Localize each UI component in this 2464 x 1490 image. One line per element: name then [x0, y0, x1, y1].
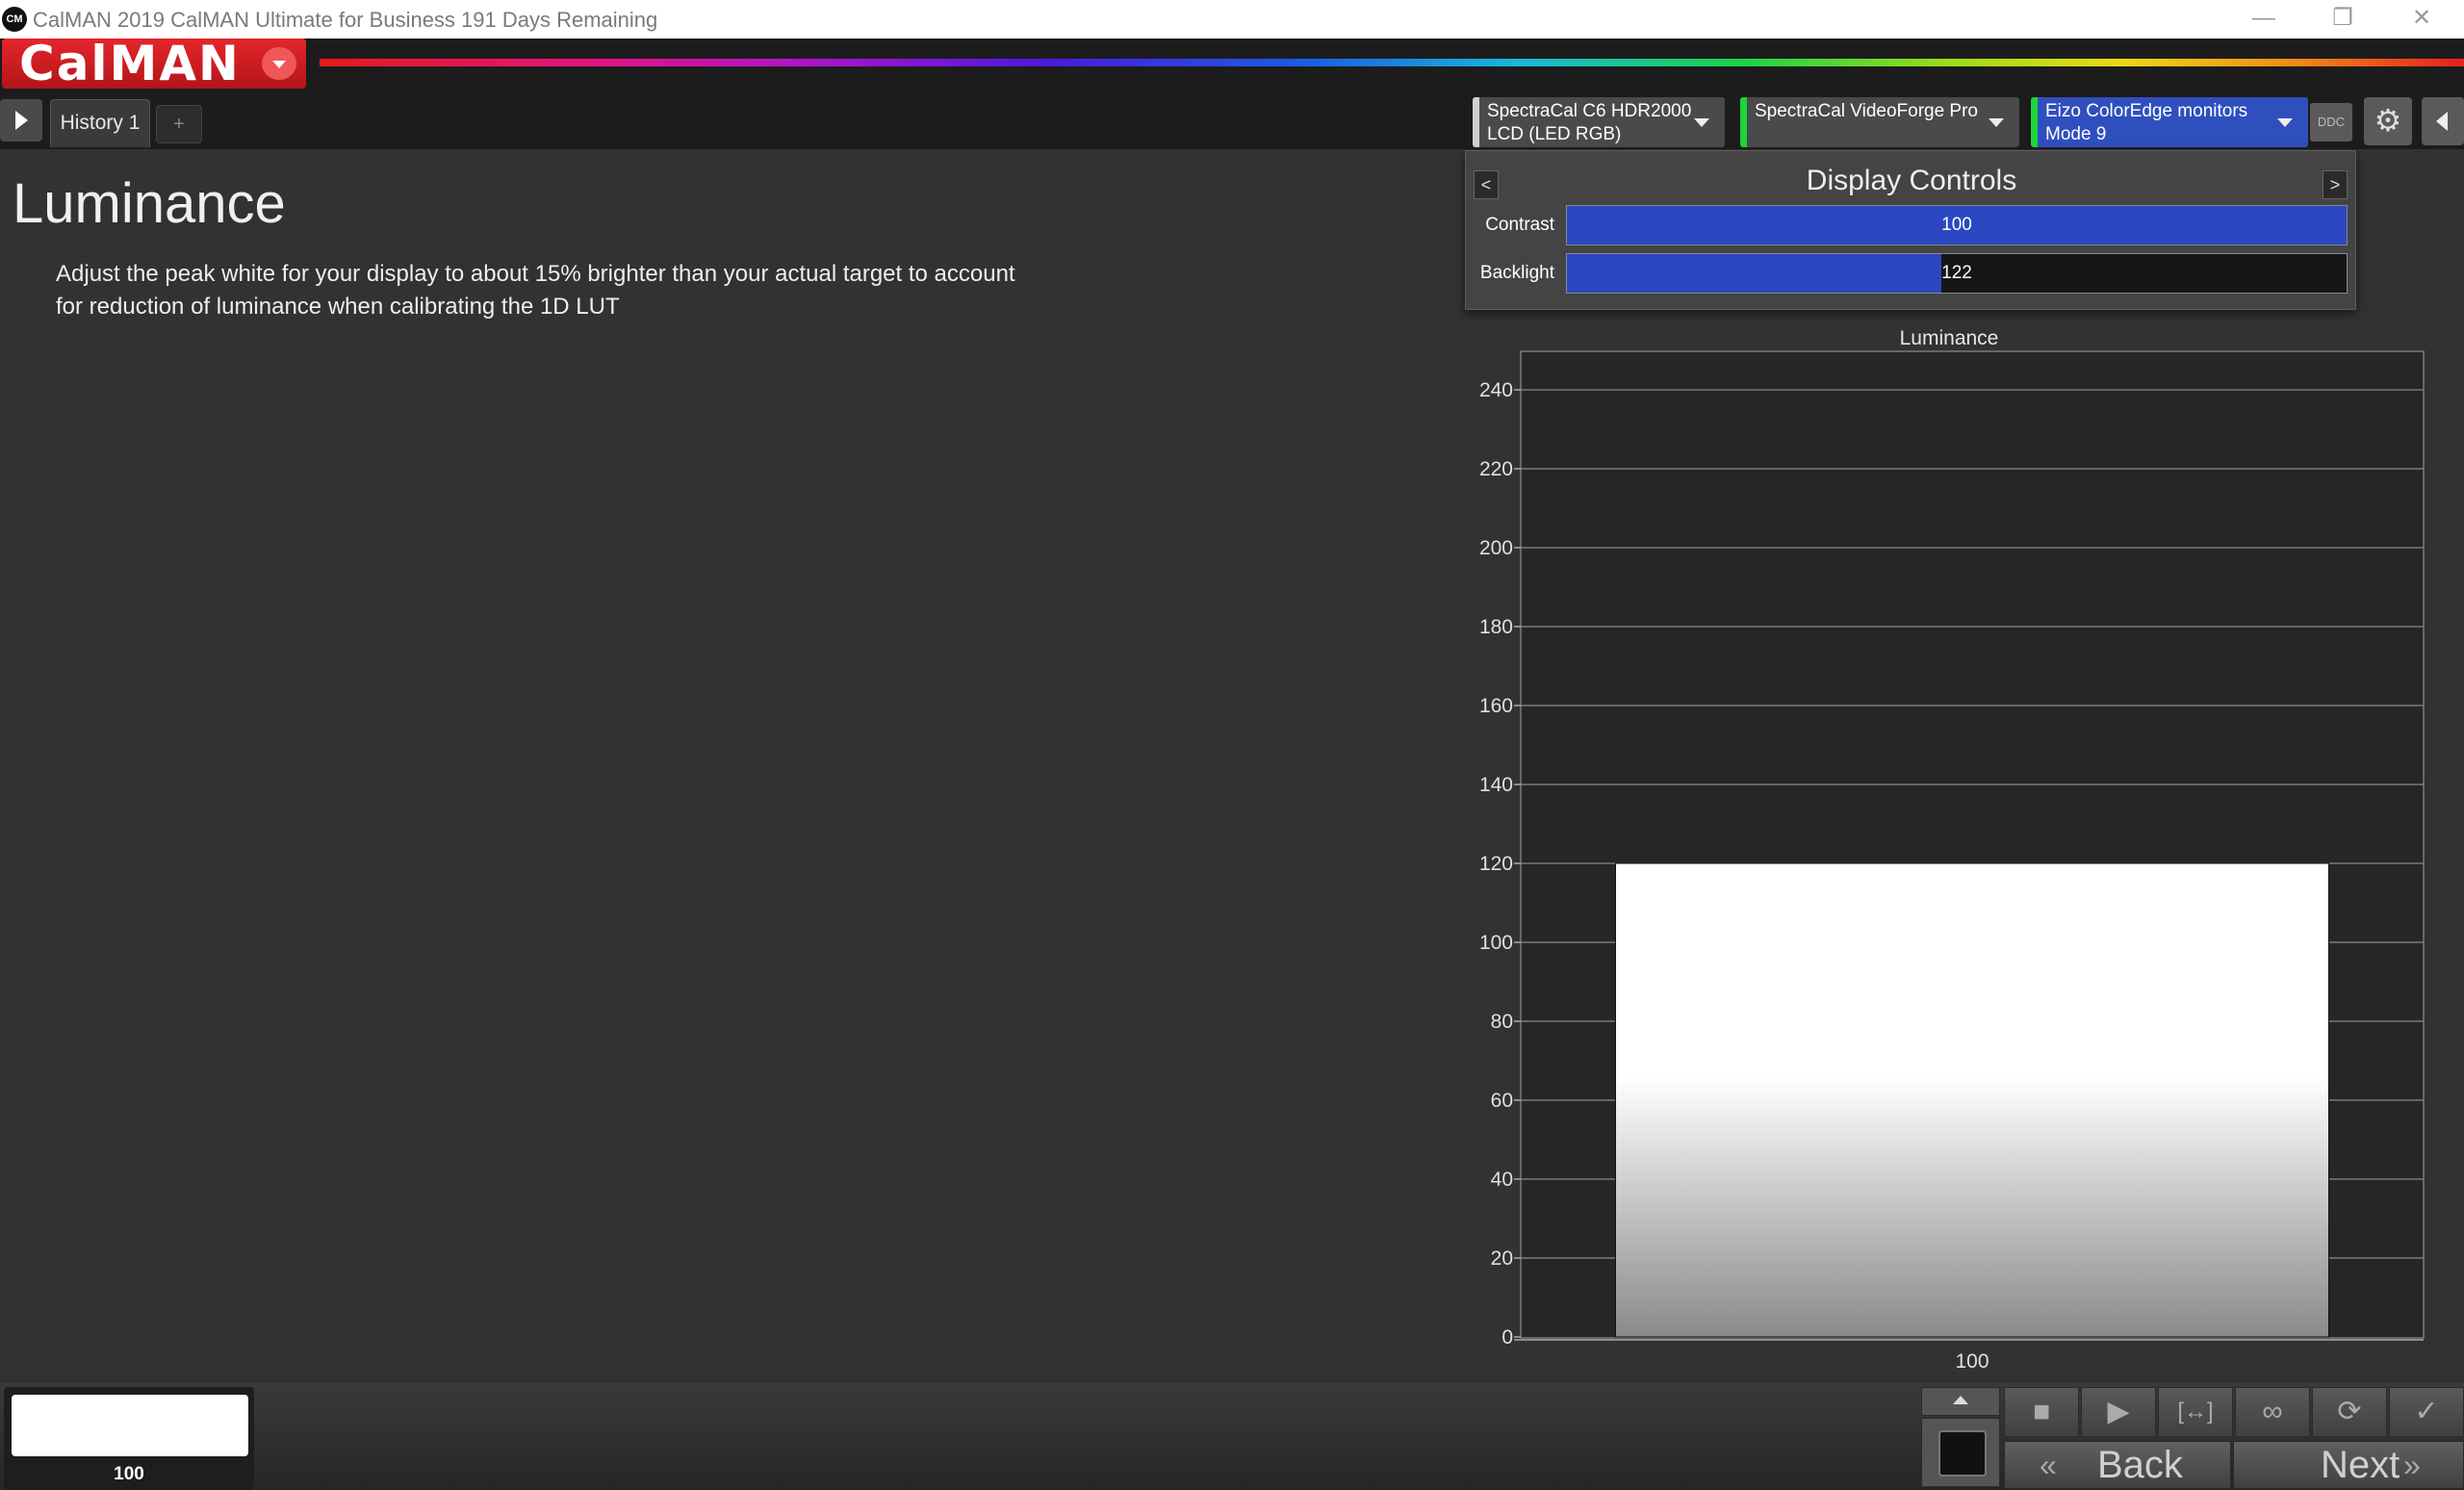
contrast-value: 100 — [1941, 215, 1972, 235]
header-bar: CalMAN — [0, 39, 2464, 91]
read-series-icon[interactable]: [↔] — [2158, 1387, 2233, 1437]
double-chevron-right-icon: » — [2403, 1448, 2421, 1482]
play-icon[interactable]: ▶ — [2081, 1387, 2156, 1437]
chevron-down-icon[interactable] — [1989, 118, 2004, 127]
y-tick-label: 180 — [1479, 616, 1513, 638]
display-controls-prev-button[interactable]: < — [1474, 170, 1499, 199]
chart-title: Luminance — [1900, 327, 1999, 349]
backlight-label: Backlight — [1479, 263, 1554, 283]
display-controls-next-button[interactable]: > — [2323, 170, 2348, 199]
next-button[interactable]: Next » — [2233, 1441, 2464, 1489]
page-title: Luminance — [13, 172, 286, 235]
display-device-mode: Mode 9 — [2045, 124, 2107, 144]
calman-logo: CalMAN — [19, 36, 241, 91]
backlight-value: 122 — [1941, 263, 1972, 283]
y-tick-label: 80 — [1491, 1011, 1513, 1033]
generator-device-selector[interactable]: SpectraCal VideoForge Pro — [1740, 97, 2019, 147]
rainbow-bar — [320, 59, 2464, 66]
display-device-selector[interactable]: Eizo ColorEdge monitors Mode 9 — [2031, 97, 2308, 147]
tab-strip: History 1 + SpectraCal C6 HDR2000 LCD (L… — [0, 91, 2464, 149]
menu-dropdown-icon[interactable] — [262, 47, 296, 80]
swatch-label: 100 — [114, 1464, 144, 1484]
gear-icon[interactable]: ⚙ — [2364, 97, 2412, 145]
screen-icon[interactable] — [1921, 1418, 2000, 1487]
window-title: CalMAN 2019 CalMAN Ultimate for Business… — [33, 8, 658, 32]
contrast-label: Contrast — [1485, 215, 1554, 235]
y-tick-label: 200 — [1479, 537, 1513, 559]
y-tick-label: 160 — [1479, 695, 1513, 717]
next-label: Next — [2321, 1444, 2400, 1486]
y-tick-label: 140 — [1479, 774, 1513, 796]
chevron-down-icon[interactable] — [2277, 118, 2293, 127]
swatch-panel: 100 — [4, 1387, 254, 1490]
app-icon: CM — [2, 7, 27, 32]
restore-icon[interactable]: ❐ — [2304, 0, 2381, 39]
check-icon[interactable]: ✓ — [2389, 1387, 2464, 1437]
meter-device-selector[interactable]: SpectraCal C6 HDR2000 LCD (LED RGB) — [1473, 97, 1725, 147]
x-tick-label: 100 — [1955, 1350, 1989, 1373]
y-tick-label: 220 — [1479, 458, 1513, 480]
tab-history-1[interactable]: History 1 — [50, 99, 150, 147]
meter-device-name: SpectraCal C6 HDR2000 — [1487, 101, 1692, 121]
calman-menu-button[interactable]: CalMAN — [2, 39, 306, 89]
y-tick-label: 0 — [1502, 1326, 1513, 1349]
collapse-panel-icon[interactable] — [2422, 97, 2464, 145]
continuous-icon[interactable]: ∞ — [2235, 1387, 2310, 1437]
refresh-icon[interactable]: ⟳ — [2312, 1387, 2387, 1437]
backlight-slider[interactable]: 122 — [1566, 253, 2348, 294]
display-controls-panel: Display Controls < > Contrast 100 Backli… — [1465, 150, 2356, 310]
expand-up-icon[interactable] — [1921, 1387, 2000, 1416]
add-tab-button[interactable]: + — [156, 105, 202, 143]
close-icon[interactable]: ✕ — [2383, 0, 2460, 39]
contrast-slider[interactable]: 100 — [1566, 205, 2348, 245]
backlight-control: Backlight 122 — [1466, 253, 2357, 294]
y-tick-label: 60 — [1491, 1090, 1513, 1112]
double-chevron-left-icon: « — [2040, 1448, 2057, 1482]
contrast-control: Contrast 100 — [1466, 205, 2357, 245]
y-tick-label: 100 — [1479, 932, 1513, 954]
y-tick-label: 40 — [1491, 1169, 1513, 1191]
luminance-bar — [1614, 862, 2330, 1338]
meter-device-mode: LCD (LED RGB) — [1487, 124, 1622, 144]
title-bar: CM CalMAN 2019 CalMAN Ultimate for Busin… — [0, 0, 2464, 39]
minimize-icon[interactable]: — — [2225, 0, 2302, 39]
back-button[interactable]: « Back — [2004, 1441, 2231, 1489]
y-tick-label: 20 — [1491, 1247, 1513, 1270]
chevron-down-icon[interactable] — [1694, 118, 1709, 127]
color-swatch[interactable] — [12, 1395, 248, 1456]
luminance-chart: Luminance 0 20 40 60 80 100 120 140 160 180 200 220… — [1479, 327, 2425, 1373]
display-controls-title: Display Controls — [1806, 165, 2017, 196]
stop-icon[interactable]: ■ — [2004, 1387, 2079, 1437]
ddc-monitor-icon[interactable]: DDC — [2310, 103, 2352, 141]
y-tick-label: 240 — [1479, 379, 1513, 401]
generator-device-name: SpectraCal VideoForge Pro — [1755, 101, 1978, 121]
y-tick-label: 120 — [1479, 853, 1513, 875]
bottom-toolbar: 100 ■ ▶ [↔] ∞ ⟳ ✓ « Back Next » — [0, 1383, 2464, 1490]
display-device-name: Eizo ColorEdge monitors — [2045, 101, 2248, 121]
instructions-text: Adjust the peak white for your display t… — [56, 261, 1015, 320]
back-label: Back — [2097, 1444, 2183, 1486]
expand-workflow-icon[interactable] — [0, 99, 42, 141]
